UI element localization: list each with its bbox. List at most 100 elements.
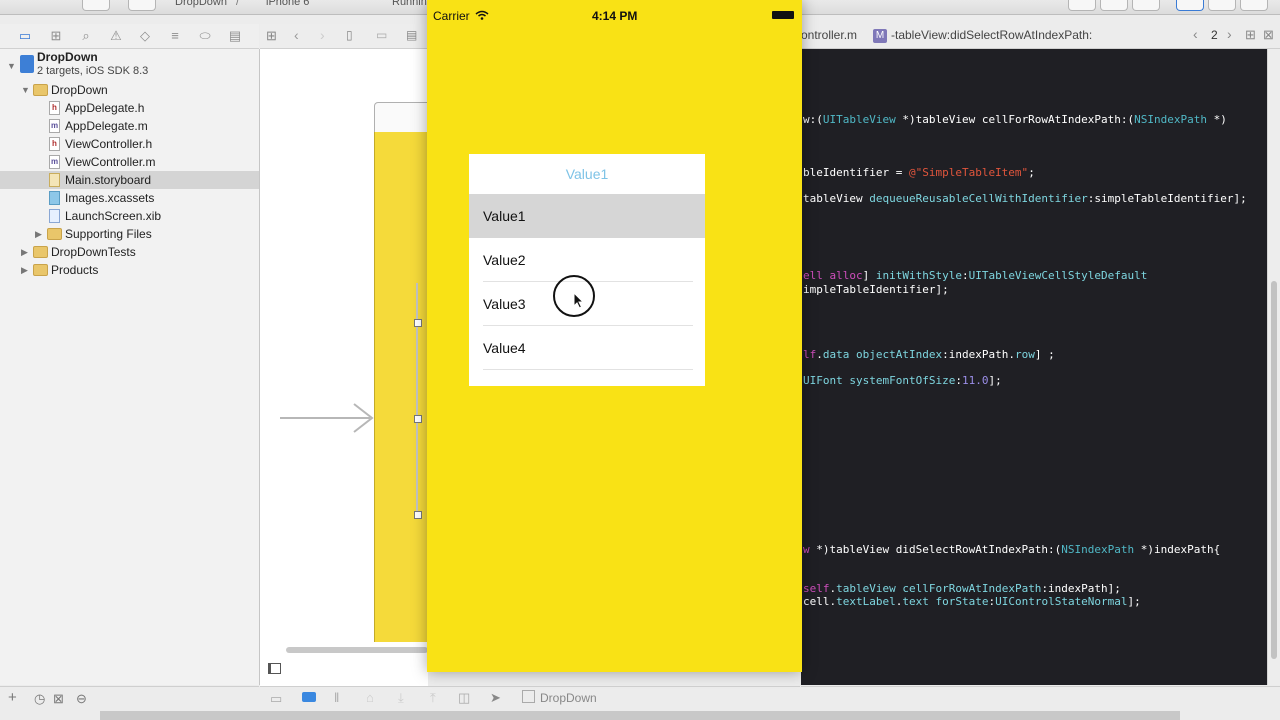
tree-item-viewcontroller-m[interactable]: m ViewController.m [0, 153, 259, 171]
tree-item-products[interactable]: ▶ Products [0, 261, 259, 279]
canvas-horizontal-scrollbar[interactable] [286, 647, 428, 653]
code-line: tableView dequeueReusableCellWithIdentif… [803, 192, 1247, 205]
folder-icon [33, 84, 48, 96]
breakpoints-toggle-icon[interactable] [302, 692, 316, 702]
canvas-bottom-bar: ▭ ‖ ⌂ ⤓ ⤒ ◫ ➤ DropDown [260, 686, 800, 711]
resize-handle[interactable] [414, 511, 422, 519]
code-line: lf.data objectAtIndex:indexPath.row] ; [803, 348, 1055, 361]
code-line: UIFont systemFontOfSize:11.0]; [803, 374, 1002, 387]
dropdown-option-value1[interactable]: Value1 [469, 194, 705, 238]
related-items-icon[interactable]: ⊞ [266, 28, 277, 44]
breakpoint-navigator-icon[interactable]: ⬭ [197, 28, 213, 44]
process-crumb[interactable]: DropDown [522, 690, 597, 705]
jump-bar-file[interactable]: ontroller.m [801, 28, 857, 42]
symbol-navigator-icon[interactable]: ⊞ [48, 28, 64, 44]
project-row[interactable]: ▼ DropDown 2 targets, iOS SDK 8.3 [0, 50, 259, 81]
disclosure-open-icon[interactable]: ▼ [21, 81, 30, 99]
add-icon[interactable]: + [8, 689, 17, 706]
find-navigator-icon[interactable]: ⌕ [78, 28, 94, 44]
next-counterpart-icon[interactable]: › [1227, 26, 1232, 42]
tree-item-main-storyboard[interactable]: Main.storyboard [0, 171, 259, 189]
clock-label: 4:14 PM [592, 9, 638, 23]
tree-item-dropdowntests[interactable]: ▶ DropDownTests [0, 243, 259, 261]
recent-files-icon[interactable]: ◷ [34, 691, 45, 707]
device-label: iPhone 6 [266, 0, 310, 8]
scheme-label: DropDown [175, 0, 227, 8]
tree-item-supporting-files[interactable]: ▶ Supporting Files [0, 225, 259, 243]
scheme-selector[interactable]: DropDown / [175, 0, 239, 8]
project-file-icon [20, 55, 34, 73]
resize-handle[interactable] [414, 415, 422, 423]
dock [100, 711, 1180, 720]
editor-standard-button[interactable] [1068, 0, 1096, 11]
debug-toggle-button[interactable] [1208, 0, 1236, 11]
run-button[interactable] [82, 0, 110, 11]
tree-item-label: ViewController.h [65, 137, 153, 151]
mouse-cursor-icon [573, 292, 585, 309]
app-icon [522, 690, 535, 703]
project-navigator: ▼ DropDown 2 targets, iOS SDK 8.3 ▼ Drop… [0, 49, 260, 685]
tree-item-label: LaunchScreen.xib [65, 209, 162, 223]
debug-navigator-icon[interactable]: ≡ [167, 28, 183, 44]
test-navigator-icon[interactable]: ◇ [137, 28, 153, 44]
code-editor[interactable]: w:(UITableView *)tableView cellForRowAtI… [801, 49, 1267, 685]
report-navigator-icon[interactable]: ▤ [227, 28, 243, 44]
dropdown-menu[interactable]: Value1 Value1 Value2 Value3 Value4 [469, 154, 705, 386]
tree-item-appdelegate-h[interactable]: h AppDelegate.h [0, 99, 259, 117]
jump-bar-method[interactable]: -tableView:didSelectRowAtIndexPath: [891, 28, 1092, 42]
asset-catalog-icon [49, 191, 60, 205]
view-controller-scene[interactable] [374, 132, 435, 642]
selected-view-edge [416, 283, 418, 515]
method-icon: M [873, 29, 887, 43]
editor-vertical-scrollbar[interactable] [1267, 49, 1280, 685]
implementation-file-icon: m [49, 155, 60, 169]
issue-navigator-icon[interactable]: ⚠ [108, 28, 124, 44]
add-editor-icon[interactable]: ⊞ [1245, 27, 1256, 43]
tree-item-label: Products [51, 263, 99, 277]
tree-item-launchscreen-xib[interactable]: LaunchScreen.xib [0, 207, 259, 225]
dropdown-option-value2[interactable]: Value2 [469, 238, 705, 282]
disclosure-closed-icon[interactable]: ▶ [35, 225, 42, 243]
back-icon[interactable]: ‹ [294, 27, 299, 43]
filter-icon[interactable]: ⊖ [76, 691, 87, 707]
xib-file-icon [49, 209, 60, 223]
step-over-icon[interactable]: ⌂ [366, 690, 374, 705]
storyboard-file-icon [49, 173, 60, 187]
dropdown-option-value4[interactable]: Value4 [469, 326, 705, 370]
disclosure-open-icon[interactable]: ▼ [7, 57, 16, 75]
folder-crumb-icon[interactable]: ▭ [376, 28, 387, 42]
navigator-toggle-button[interactable] [1176, 0, 1204, 11]
stop-button[interactable] [128, 0, 156, 11]
tree-item-viewcontroller-h[interactable]: h ViewController.h [0, 135, 259, 153]
utilities-toggle-button[interactable] [1240, 0, 1268, 11]
close-editor-icon[interactable]: ⊠ [1263, 27, 1274, 43]
step-into-icon[interactable]: ⤓ [398, 690, 404, 706]
document-outline-toggle-icon[interactable] [268, 663, 281, 674]
option-label: Value3 [483, 296, 526, 312]
editor-assistant-button[interactable] [1100, 0, 1128, 11]
status-label: Runnin [392, 0, 427, 8]
disclosure-closed-icon[interactable]: ▶ [21, 243, 28, 261]
resize-handle[interactable] [414, 319, 422, 327]
previous-counterpart-icon[interactable]: ‹ [1193, 26, 1198, 42]
pause-icon[interactable]: ‖ [334, 690, 339, 705]
filter-scm-icon[interactable]: ⊠ [53, 691, 64, 707]
project-navigator-icon[interactable]: ▭ [17, 28, 33, 44]
disclosure-closed-icon[interactable]: ▶ [21, 261, 28, 279]
scrollbar-thumb[interactable] [1271, 281, 1277, 659]
editor-version-button[interactable] [1132, 0, 1160, 11]
hide-debug-area-icon[interactable]: ▭ [270, 691, 282, 707]
navigator-selector-bar: ▭ ⊞ ⌕ ⚠ ◇ ≡ ⬭ ▤ [0, 24, 259, 49]
view-debugger-icon[interactable]: ◫ [458, 690, 470, 706]
dropdown-header[interactable]: Value1 [469, 154, 705, 194]
forward-icon[interactable]: › [320, 27, 325, 43]
tree-item-appdelegate-m[interactable]: m AppDelegate.m [0, 117, 259, 135]
ios-simulator-screen[interactable]: Carrier 4:14 PM Value1 Value1 Value2 Val… [427, 0, 802, 672]
simulate-location-icon[interactable]: ➤ [490, 690, 501, 706]
storyboard-canvas[interactable] [260, 49, 436, 686]
storyboard-crumb-icon[interactable]: ▤ [406, 28, 417, 42]
device-selector[interactable]: iPhone 6 [266, 0, 309, 8]
tree-item-dropdown-group[interactable]: ▼ DropDown [0, 81, 259, 99]
step-out-icon[interactable]: ⤒ [430, 690, 436, 706]
tree-item-images-xcassets[interactable]: Images.xcassets [0, 189, 259, 207]
